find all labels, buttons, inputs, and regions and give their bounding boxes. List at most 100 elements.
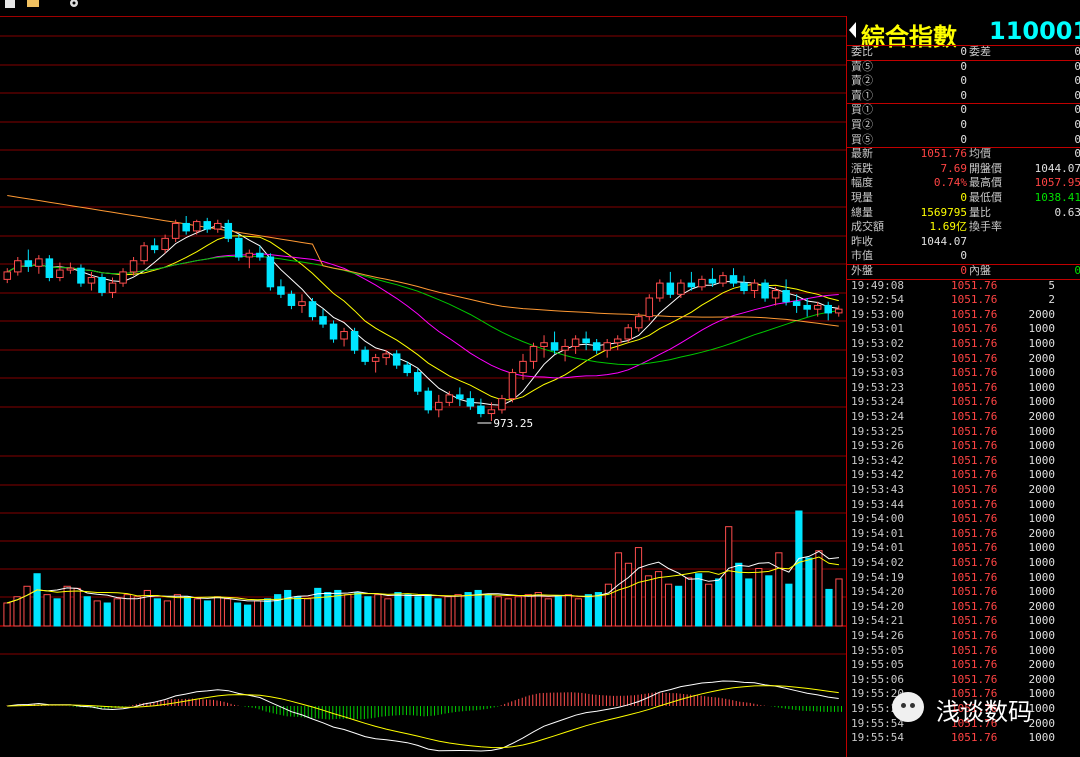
volume-bar [113, 598, 121, 627]
row-value-2: 0 [1074, 89, 1080, 104]
candle-body [129, 260, 138, 273]
candle-body [150, 245, 159, 251]
row-value: 0 [960, 249, 967, 263]
volume-bar [374, 594, 382, 627]
candle-body [277, 286, 285, 295]
tick-price: 1051.76 [951, 395, 998, 409]
row-value-2: 0 [1074, 264, 1080, 279]
tick-time: 19:54:21 [851, 614, 904, 628]
volume-bar [825, 588, 833, 627]
tick-time: 19:54:20 [851, 585, 904, 599]
candle-body [824, 304, 832, 314]
tick-volume: 1000 [1028, 322, 1056, 336]
tick-row: 19:54:26 1051.76 1000 [847, 629, 1080, 644]
toolbar [0, 0, 1080, 17]
tick-time: 19:55:06 [851, 672, 904, 686]
volume-bar [685, 577, 693, 627]
tick-price: 1051.76 [951, 307, 998, 321]
row-label-2: 換手率 [969, 220, 1002, 234]
candle-body [119, 271, 127, 284]
candle-body [540, 342, 548, 347]
quote-panel: 綜合指數 110001 委比0委差0賣⑤00賣②00賣①00買①00買②00買⑤… [846, 16, 1080, 757]
tick-volume: 1000 [1028, 541, 1056, 555]
tick-volume: 1000 [1028, 380, 1056, 394]
tick-row: 19:53:00 1051.76 2000 [847, 308, 1080, 323]
row-label: 外盤 [851, 264, 873, 277]
tick-row: 19:54:01 1051.76 2000 [847, 527, 1080, 542]
candle-body [550, 342, 559, 351]
tick-time: 19:53:24 [851, 395, 904, 409]
volume-bar [524, 594, 532, 627]
volume-bar [73, 587, 81, 627]
tick-time: 19:53:03 [851, 366, 904, 380]
quote-row: 幅度 0.74% 最高價 1057.95 [847, 176, 1080, 191]
tick-row: 19:54:20 1051.76 2000 [847, 600, 1080, 615]
tick-volume: 1000 [1028, 439, 1056, 453]
candle-body [266, 256, 275, 288]
candle-body [466, 398, 475, 407]
tick-price: 1051.76 [951, 497, 998, 511]
tick-volume: 1000 [1028, 512, 1056, 526]
candle-body [834, 308, 843, 314]
tick-row: 19:53:26 1051.76 1000 [847, 439, 1080, 454]
candle-body [656, 282, 664, 299]
row-label: 市值 [851, 249, 873, 263]
ma30-line [7, 255, 839, 366]
tick-row: 19:53:44 1051.76 1000 [847, 498, 1080, 513]
row-label-2: 最低價 [969, 191, 1002, 204]
tick-row: 19:54:01 1051.76 1000 [847, 541, 1080, 556]
tick-row: 19:54:20 1051.76 1000 [847, 585, 1080, 600]
candle-body [14, 260, 22, 273]
tick-price: 1051.76 [951, 585, 998, 599]
file-icon[interactable] [4, 0, 18, 10]
row-value-2: 0 [1074, 60, 1080, 75]
volume-bar [344, 594, 352, 627]
tick-row: 19:53:25 1051.76 1000 [847, 425, 1080, 440]
candle-body [350, 331, 359, 351]
candle-body [256, 252, 264, 258]
tick-price: 1051.76 [951, 658, 998, 672]
tick-time: 19:53:02 [851, 351, 904, 365]
tick-row: 19:53:24 1051.76 2000 [847, 410, 1080, 425]
volume-bar [93, 600, 101, 627]
volume-bar [454, 594, 462, 627]
tick-time: 19:53:25 [851, 424, 904, 438]
candle-body [308, 301, 317, 318]
tick-volume: 1000 [1028, 468, 1056, 482]
volume-bar [654, 571, 663, 627]
row-value-2: 1038.41 [1034, 191, 1080, 204]
volume-bar [264, 598, 272, 627]
tick-time: 19:53:24 [851, 410, 904, 423]
row-value: 7.69 [940, 161, 968, 175]
candle-body [708, 278, 717, 284]
volume-bar [243, 604, 252, 627]
volume-bar [384, 598, 392, 627]
volume-bar [203, 600, 212, 627]
candle-body [729, 275, 738, 284]
candle-body [171, 222, 180, 239]
tick-time: 19:54:02 [851, 556, 904, 569]
tick-time: 19:49:08 [851, 278, 904, 292]
candle-body [403, 364, 411, 374]
volume-bar [544, 598, 552, 627]
volume-bar [674, 585, 683, 627]
prev-arrow-icon[interactable] [849, 22, 856, 38]
candle-body [245, 252, 254, 258]
candle-body [3, 271, 12, 280]
row-label-2: 最高價 [969, 176, 1002, 190]
candle-body [508, 372, 517, 400]
candle-body [340, 331, 348, 340]
candle-body [792, 301, 801, 306]
volume-bar [464, 592, 472, 627]
edit-icon[interactable] [26, 0, 42, 10]
row-label: 賣⑤ [851, 59, 873, 73]
candle-body [108, 282, 117, 293]
volume-bar [554, 596, 562, 627]
candle-body [298, 301, 306, 306]
tick-row: 19:53:03 1051.76 1000 [847, 366, 1080, 381]
tick-volume: 2000 [1028, 599, 1056, 613]
quote-row: 現量 0 最低價 1038.41 [847, 191, 1080, 206]
gear-icon[interactable] [68, 0, 82, 10]
volume-bar [755, 568, 763, 627]
candle-body [740, 282, 748, 292]
